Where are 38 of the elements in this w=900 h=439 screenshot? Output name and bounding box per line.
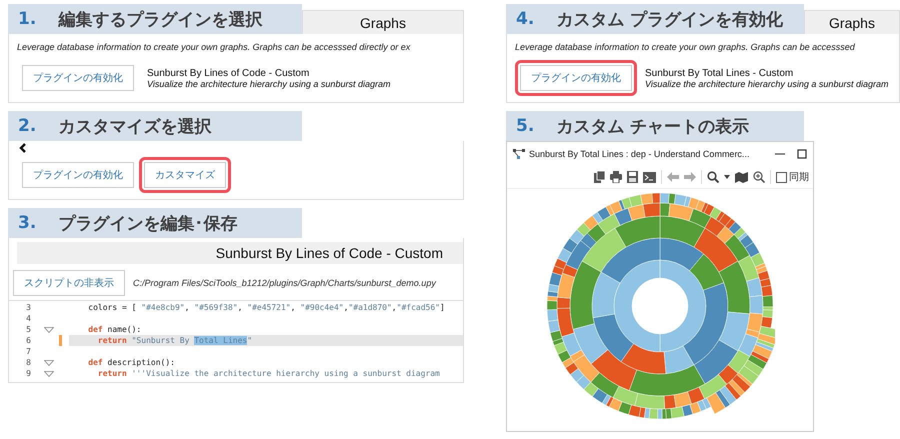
panel-header: Graphs — [360, 14, 406, 30]
window-title: Sunburst By Total Lines : dep - Understand Commerc... — [529, 149, 750, 159]
script-title-bar: Sunburst By Lines of Code - Custom — [17, 242, 463, 264]
plugin-summary: Visualize the architecture hierarchy using a sunburst diagram — [645, 78, 888, 88]
panel-description: Leverage database information to create your own graphs. Graphs can be accesssed — [515, 41, 856, 54]
code-line: def name(): — [87, 324, 142, 335]
line-number: 8 — [25, 358, 32, 367]
step-number: 4. — [516, 9, 534, 29]
line-number: 4 — [25, 314, 32, 323]
step-number: 5. — [516, 116, 534, 136]
hide-script-button[interactable]: スクリプトの非表示 — [13, 270, 125, 296]
line-number: 7 — [25, 347, 32, 356]
step-title: カスタマイズを選択 — [58, 116, 212, 138]
code-line: return '''Visualize the architecture hierarchy using a sunburst diagram — [96, 368, 441, 379]
panel-description: Leverage database information to create your own graphs. Graphs can be accesssed directly or ex — [17, 41, 412, 54]
plugin-summary: Visualize the architecture hierarchy using a sunburst diagram — [147, 78, 390, 88]
step-number: 2. — [18, 116, 36, 136]
enable-plugin-button[interactable]: プラグインの有効化 — [22, 65, 134, 91]
step-title: カスタム プラグインを有効化 — [556, 8, 784, 30]
step-title: カスタム チャートの表示 — [556, 116, 750, 138]
plugin-name: Sunburst By Total Lines - Custom — [645, 68, 794, 78]
script-path: C:/Program Files/SciTools_b1212/plugins/Graph/Charts/sunburst_demo.upy — [133, 278, 436, 288]
step-number: 3. — [18, 213, 36, 233]
code-line: colors = [ "#4e8cb9", "#569f38", "#e45721", "#90c4e4","#a1d870","#fcad56"] — [87, 302, 446, 313]
line-number: 5 — [25, 325, 32, 334]
line-number: 3 — [25, 303, 32, 312]
step-title: プラグインを編集･保存 — [58, 212, 238, 234]
plugin-action-button[interactable]: カスタマイズ — [144, 162, 226, 188]
enable-plugin-button[interactable]: プラグインの有効化 — [520, 65, 632, 91]
line-number: 9 — [25, 369, 32, 378]
panel-header: Graphs — [829, 14, 875, 30]
plugin-action-button[interactable]: プラグインの有効化 — [22, 162, 134, 188]
step-number: 1. — [18, 9, 36, 29]
step-title: 編集するプラグインを選択 — [58, 8, 262, 30]
code-line: def description(): — [87, 357, 176, 368]
plugin-name: Sunburst By Lines of Code - Custom — [147, 68, 310, 78]
line-number: 6 — [25, 336, 32, 345]
sync-label: 同期 — [789, 170, 809, 184]
